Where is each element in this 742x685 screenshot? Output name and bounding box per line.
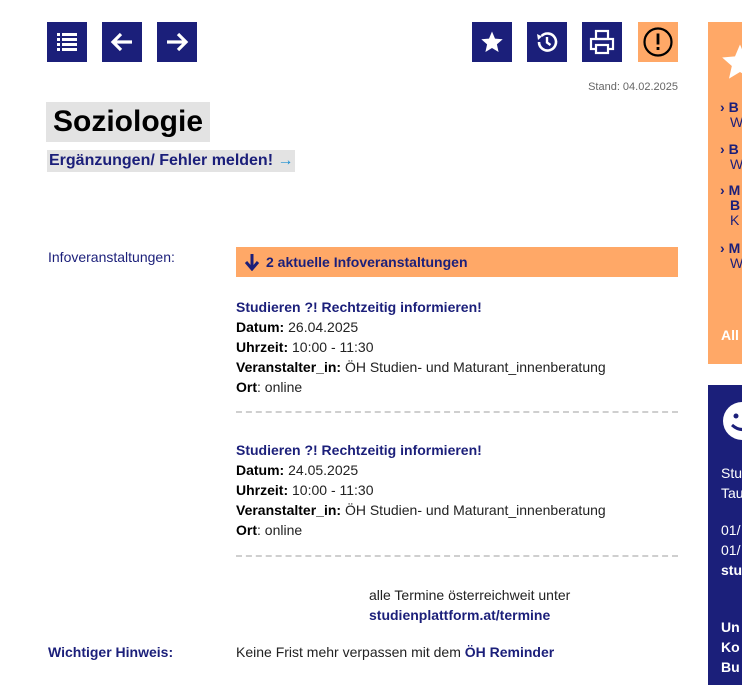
page-title: Soziologie xyxy=(46,102,210,142)
sidebar-item-sub: W xyxy=(730,156,742,172)
history-button[interactable] xyxy=(527,22,567,62)
back-button[interactable] xyxy=(102,22,142,62)
contact-line: 01/ xyxy=(721,522,741,538)
last-updated: Stand: 04.02.2025 xyxy=(588,81,678,93)
all-terms: alle Termine österreichweit unter studie… xyxy=(369,585,570,625)
printer-icon xyxy=(589,29,615,55)
exclamation-icon xyxy=(643,27,673,57)
favorite-button[interactable] xyxy=(472,22,512,62)
event-time: 10:00 - 11:30 xyxy=(292,339,374,355)
contact-line: Tau xyxy=(721,485,742,501)
important-hint-label: Wichtiger Hinweis: xyxy=(48,644,174,660)
sidebar-item-title: M xyxy=(728,182,741,198)
event-place: : online xyxy=(257,379,303,395)
reminder-link[interactable]: ÖH Reminder xyxy=(465,644,554,660)
event-item: Studieren ?! Rechtzeitig informieren! Da… xyxy=(236,440,678,540)
sidebar-item-title: B xyxy=(728,99,739,115)
info-events-toggle[interactable]: 2 aktuelle Infoveranstaltungen xyxy=(236,247,678,277)
sidebar-item[interactable]: › B W xyxy=(720,142,742,172)
contact-link[interactable]: stu xyxy=(721,561,742,579)
sidebar-item[interactable]: › B W xyxy=(720,100,742,130)
contact-line: Ko xyxy=(721,639,740,655)
event-item: Studieren ?! Rechtzeitig informieren! Da… xyxy=(236,297,678,397)
info-events-count: 2 aktuelle Infoveranstaltungen xyxy=(266,254,468,270)
sidebar-item[interactable]: › M B K xyxy=(720,183,740,228)
all-terms-link[interactable]: studienplattform.at/termine xyxy=(369,605,570,625)
event-organizer-label: Veranstalter_in: xyxy=(236,502,342,518)
report-error-link[interactable]: Ergänzungen/ Fehler melden! → xyxy=(47,150,296,172)
event-time-label: Uhrzeit: xyxy=(236,482,289,498)
forward-button[interactable] xyxy=(157,22,197,62)
event-title[interactable]: Studieren ?! Rechtzeitig informieren! xyxy=(236,297,678,317)
event-date-label: Datum: xyxy=(236,319,285,335)
sidebar-item[interactable]: › M W xyxy=(720,241,742,271)
warning-button[interactable] xyxy=(638,22,678,62)
sidebar-item-title: B xyxy=(728,141,739,157)
list-icon xyxy=(57,33,77,51)
sidebar-item-title: M xyxy=(728,240,741,256)
event-title[interactable]: Studieren ?! Rechtzeitig informieren! xyxy=(236,440,678,460)
contact-line: Un xyxy=(721,619,740,635)
divider xyxy=(236,411,678,413)
sidebar-item-sub: K xyxy=(730,212,740,228)
event-date-label: Datum: xyxy=(236,462,285,478)
report-error-label: Ergänzungen/ Fehler melden! xyxy=(49,152,274,169)
event-date: 24.05.2025 xyxy=(288,462,359,478)
contact-line: Bu xyxy=(721,659,740,675)
arrow-left-icon xyxy=(110,32,132,52)
star-icon xyxy=(481,31,503,52)
print-button[interactable] xyxy=(582,22,622,62)
sidebar-contact-panel: Stu Tau 01/ 01/ stu Un Ko Bu xyxy=(708,385,742,685)
arrow-down-icon xyxy=(244,254,260,271)
sidebar-item-sub: W xyxy=(730,255,742,271)
info-events-label: Infoveranstaltungen: xyxy=(48,249,175,265)
event-date: 26.04.2025 xyxy=(288,319,359,335)
event-organizer: ÖH Studien- und Maturant_innenberatung xyxy=(344,359,606,375)
sidebar-item-title-line2: B xyxy=(730,197,741,213)
important-hint-text: Keine Frist mehr verpassen mit dem ÖH Re… xyxy=(236,644,554,660)
event-organizer-label: Veranstalter_in: xyxy=(236,359,342,375)
sidebar-all-link[interactable]: All xyxy=(721,327,739,343)
event-time-label: Uhrzeit: xyxy=(236,339,289,355)
arrow-right-icon xyxy=(167,32,189,52)
smiley-icon xyxy=(723,402,742,440)
event-place: : online xyxy=(257,522,303,538)
event-organizer: ÖH Studien- und Maturant_innenberatung xyxy=(344,502,606,518)
divider xyxy=(236,555,678,557)
history-icon xyxy=(537,32,558,52)
event-place-label: Ort xyxy=(236,379,257,395)
star-icon xyxy=(722,44,742,79)
contact-line: Stu xyxy=(721,465,742,481)
all-terms-text: alle Termine österreichweit unter xyxy=(369,587,571,603)
event-time: 10:00 - 11:30 xyxy=(292,482,374,498)
contact-line: 01/ xyxy=(721,542,741,558)
list-button[interactable] xyxy=(47,22,87,62)
arrow-right-icon: → xyxy=(277,152,294,169)
hint-text: Keine Frist mehr verpassen mit dem xyxy=(236,644,461,660)
sidebar-item-sub: W xyxy=(730,114,742,130)
sidebar-favorites-panel: › B W › B W › M B K › M W All xyxy=(708,22,742,364)
event-place-label: Ort xyxy=(236,522,257,538)
